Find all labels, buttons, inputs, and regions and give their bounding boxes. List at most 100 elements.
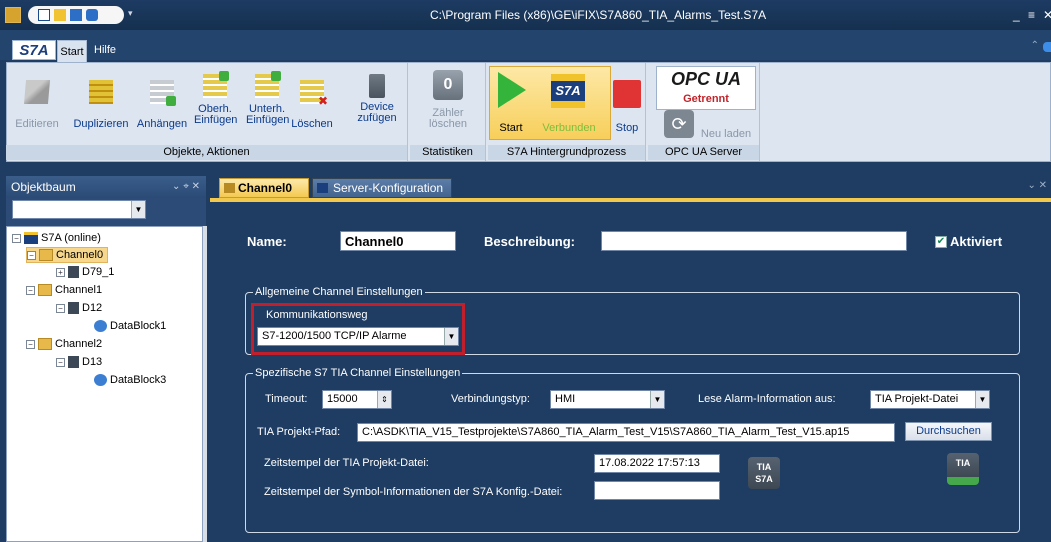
stop-icon[interactable]	[613, 80, 641, 108]
object-tree-title: Objektbaum	[11, 180, 76, 194]
tab-label: Channel0	[238, 181, 293, 195]
edit-button[interactable]: Editieren	[14, 80, 60, 130]
opc-ua-status-box: OPC UA Getrennt	[656, 66, 756, 110]
insert-below-button[interactable]: Unterh. Einfügen	[246, 71, 289, 126]
document-controls-icon[interactable]: ⌄ ✕	[1027, 180, 1047, 191]
reload-icon[interactable]: ⟳	[664, 110, 694, 138]
maximize-button[interactable]: ≡	[1028, 8, 1035, 22]
tab-channel0[interactable]: Channel0	[219, 178, 309, 198]
tree-item-label: Channel1	[55, 284, 103, 296]
new-file-icon[interactable]	[38, 9, 50, 21]
timeout-value: 15000	[327, 393, 358, 405]
tab-label: Server-Konfiguration	[333, 181, 444, 195]
group-stats-label: Statistiken	[410, 145, 485, 160]
tree-item-d13[interactable]: − D13	[56, 354, 102, 370]
collapse-icon[interactable]: −	[12, 233, 21, 243]
name-field[interactable]: Channel0	[340, 231, 456, 251]
tree-item-datablock1[interactable]: DataBlock1	[94, 318, 166, 334]
tree-item-d12[interactable]: − D12	[56, 300, 102, 316]
save-icon[interactable]	[70, 9, 82, 21]
tab-server-config[interactable]: Server-Konfiguration	[312, 178, 452, 198]
stop-button[interactable]: Stop	[607, 122, 647, 134]
undo-icon[interactable]	[86, 9, 98, 21]
delete-icon	[300, 80, 328, 108]
active-checkbox[interactable]: ✔	[935, 236, 947, 248]
comm-path-label: Kommunikationsweg	[266, 309, 368, 321]
comm-path-select[interactable]: S7-1200/1500 TCP/IP Alarme ▼	[257, 327, 459, 346]
chevron-down-icon[interactable]: ▼	[131, 201, 145, 218]
tab-hilfe[interactable]: Hilfe	[94, 44, 116, 56]
datablock-icon	[94, 374, 107, 386]
alarm-source-value: TIA Projekt-Datei	[875, 393, 959, 405]
tree-item-label: D13	[82, 356, 103, 368]
collapse-icon[interactable]: −	[26, 339, 35, 349]
reset-counter-button[interactable]: Zähler löschen	[420, 108, 476, 130]
counter-icon: 0	[433, 70, 463, 100]
tree-item-label: D79_1	[82, 266, 115, 278]
add-device-button[interactable]: Device zufügen	[352, 74, 402, 124]
panel-splitter[interactable]	[203, 226, 207, 542]
device-node-icon	[68, 356, 79, 368]
chevron-down-icon[interactable]: ▼	[650, 391, 664, 408]
qat-dropdown-icon[interactable]: ▾	[128, 8, 133, 19]
tree-filter-combo[interactable]: ▼	[12, 200, 146, 219]
group-opc-label: OPC UA Server	[648, 145, 759, 160]
datablock-icon	[94, 320, 107, 332]
collapse-icon[interactable]: −	[26, 285, 35, 295]
connection-type-label: Verbindungstyp:	[451, 393, 530, 405]
collapse-icon[interactable]: −	[56, 357, 65, 367]
append-button[interactable]: Anhängen	[134, 80, 190, 130]
delete-button[interactable]: Löschen	[288, 80, 336, 130]
open-folder-icon[interactable]	[54, 9, 66, 21]
s7a-node-icon	[24, 232, 38, 244]
duplicate-icon	[89, 80, 113, 104]
tree-item-label: S7A (online)	[41, 232, 101, 244]
project-timestamp-label: Zeitstempel der TIA Projekt-Datei:	[264, 457, 429, 469]
panel-controls-icon[interactable]: ⌄ ⌖ ✕	[172, 176, 200, 198]
tree-item-d79-1[interactable]: + D79_1	[56, 264, 114, 280]
tia-import-icon[interactable]: TIA S7A	[748, 457, 780, 489]
tree-item-s7a[interactable]: − S7A (online)	[12, 230, 101, 246]
edit-icon	[23, 80, 51, 104]
insert-above-icon	[203, 71, 229, 98]
play-icon[interactable]	[498, 72, 526, 108]
tree-item-label: D12	[82, 302, 103, 314]
timeout-spinner[interactable]: 15000 ⇕	[322, 390, 392, 409]
duplicate-button[interactable]: Duplizieren	[66, 80, 136, 130]
group-background-label: S7A Hintergrundprozess	[488, 145, 645, 160]
insert-above-label: Oberh. Einfügen	[194, 103, 238, 126]
insert-above-button[interactable]: Oberh. Einfügen	[194, 71, 238, 126]
insert-below-icon	[255, 71, 281, 98]
chevron-down-icon[interactable]: ▼	[444, 328, 458, 345]
quick-access-toolbar	[28, 6, 124, 24]
channel-icon	[38, 284, 52, 296]
tree-item-channel1[interactable]: − Channel1	[26, 282, 102, 298]
tia-refresh-icon[interactable]: TIA	[947, 453, 979, 485]
collapse-icon[interactable]: −	[56, 303, 65, 313]
chevron-down-icon[interactable]: ▼	[975, 391, 989, 408]
start-button[interactable]: Start	[493, 122, 529, 134]
ribbon-collapse-icon[interactable]: ⌃	[1031, 40, 1039, 51]
edit-label: Editieren	[15, 118, 59, 130]
alarm-source-select[interactable]: TIA Projekt-Datei ▼	[870, 390, 990, 409]
project-path-label: TIA Projekt-Pfad:	[257, 426, 341, 438]
collapse-icon[interactable]: −	[27, 250, 36, 260]
project-path-field[interactable]: C:\ASDK\TIA_V15_Testprojekte\S7A860_TIA_…	[357, 423, 895, 442]
close-button[interactable]: ✕	[1043, 8, 1051, 22]
tab-start[interactable]: Start	[57, 40, 87, 62]
append-icon	[150, 80, 176, 106]
tia-settings-title: Spezifische S7 TIA Channel Einstellungen	[253, 367, 463, 379]
description-label: Beschreibung:	[484, 234, 576, 249]
help-orb-icon[interactable]	[1043, 42, 1051, 52]
minimize-button[interactable]: _	[1013, 8, 1020, 22]
tree-item-channel2[interactable]: − Channel2	[26, 336, 102, 352]
tree-item-channel0[interactable]: − Channel0	[26, 247, 109, 263]
description-field[interactable]	[601, 231, 907, 251]
browse-button[interactable]: Durchsuchen	[905, 422, 992, 441]
spinner-icon[interactable]: ⇕	[377, 391, 391, 408]
expand-icon[interactable]: +	[56, 267, 65, 277]
app-icon[interactable]	[5, 7, 21, 23]
tree-item-datablock3[interactable]: DataBlock3	[94, 372, 166, 388]
reload-button[interactable]: Neu laden	[696, 128, 756, 140]
connection-type-select[interactable]: HMI ▼	[550, 390, 665, 409]
